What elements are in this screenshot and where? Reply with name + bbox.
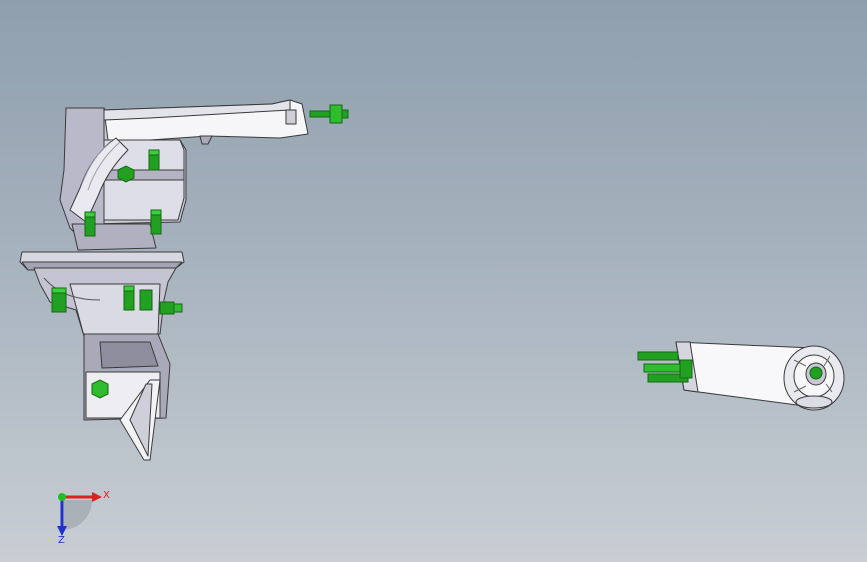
bolt-icon[interactable] — [123, 285, 135, 311]
bolt-icon[interactable] — [159, 301, 183, 315]
triad-y-axis — [58, 493, 66, 501]
triad-x-label: X — [103, 490, 110, 501]
triad-z-label: Z — [58, 535, 65, 546]
nut-icon[interactable] — [809, 366, 823, 380]
triad-x-arrow — [92, 492, 102, 502]
triad-shadow — [64, 500, 93, 530]
end-cap-lip — [795, 395, 833, 409]
long-arm-slot — [285, 109, 297, 125]
bolt-icon[interactable] — [51, 287, 67, 313]
bolt-icon[interactable] — [139, 289, 153, 311]
nut-icon[interactable] — [117, 165, 135, 183]
bolt-icon[interactable] — [150, 209, 162, 235]
bolt-icon[interactable] — [84, 211, 96, 237]
model-canvas[interactable]: X Z — [0, 0, 867, 562]
bolt-icon[interactable] — [309, 104, 349, 124]
nut-icon[interactable] — [91, 379, 109, 399]
bolt-icon[interactable] — [643, 363, 685, 373]
cad-graphics-viewport[interactable]: X Z — [0, 0, 867, 562]
reference-triad: X Z — [57, 490, 110, 546]
upper-housing-band — [103, 169, 185, 181]
bolt-icon[interactable] — [148, 149, 160, 171]
nut-icon[interactable] — [679, 359, 693, 379]
long-arm-tab — [199, 135, 213, 145]
bolt-icon[interactable] — [637, 351, 679, 361]
lower-bracket-recess — [99, 341, 159, 369]
mount-bracket-assembly[interactable] — [19, 99, 309, 461]
